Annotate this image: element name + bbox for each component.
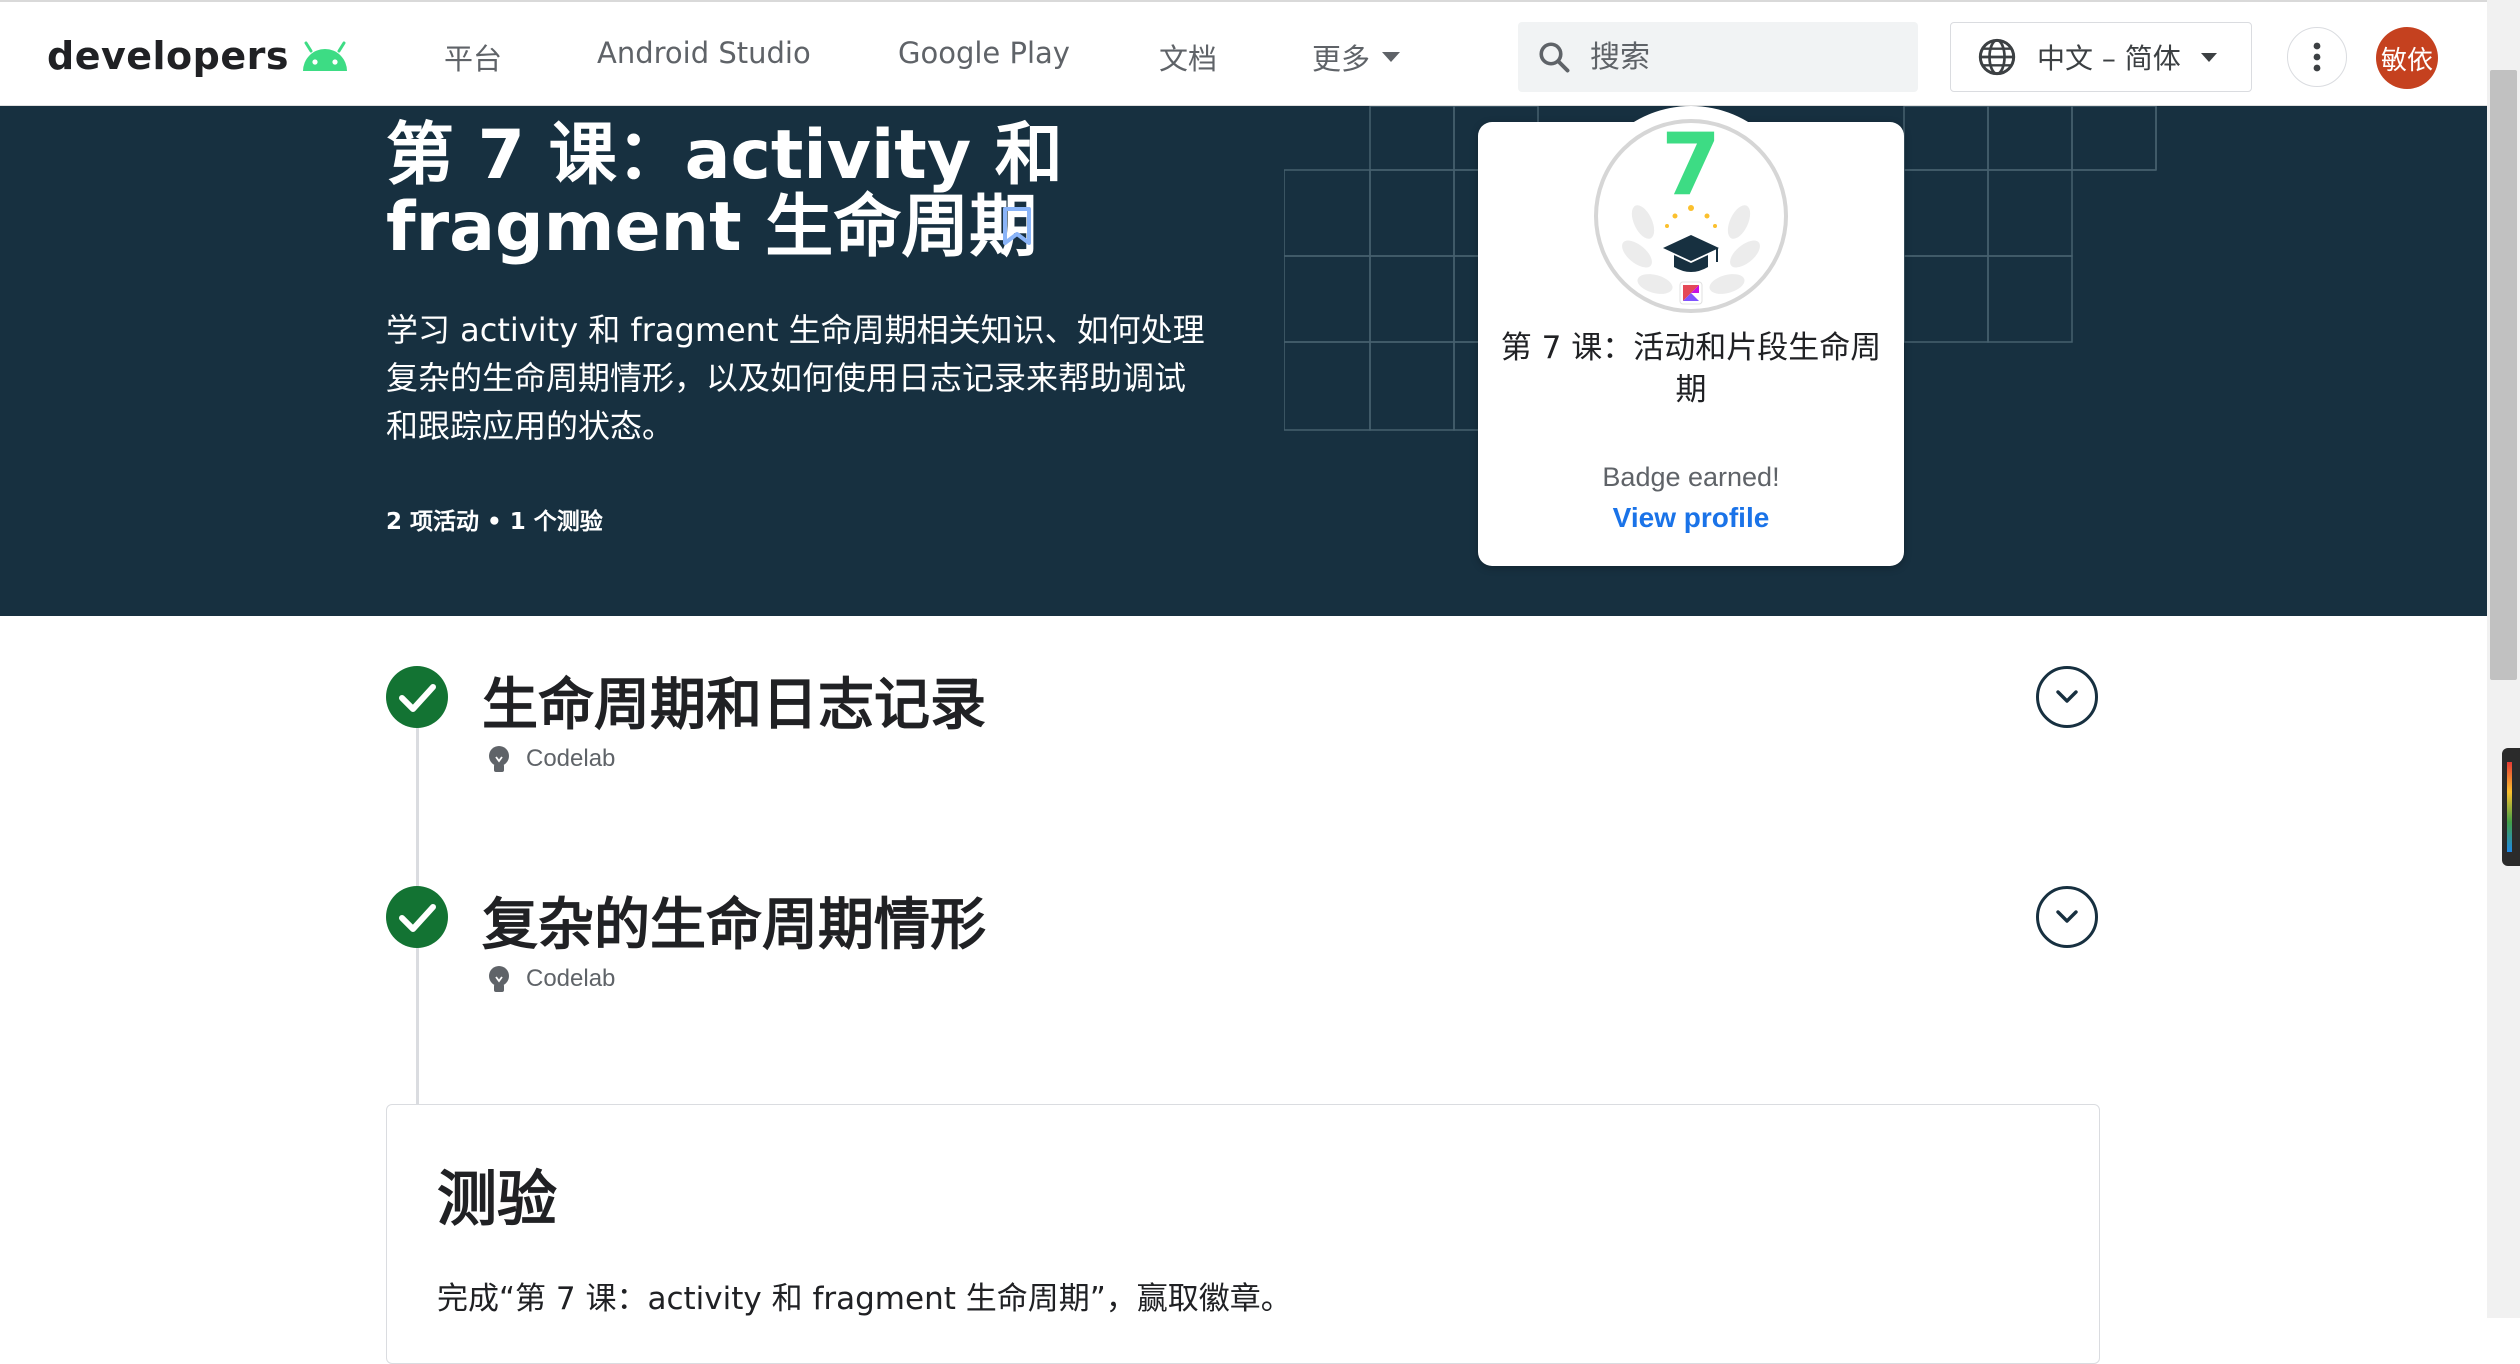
- language-label: 中文 – 简体: [2037, 42, 2181, 75]
- lesson-item-title[interactable]: 生命周期和日志记录: [482, 660, 986, 741]
- check-circle-icon: [386, 666, 448, 728]
- search-input[interactable]: [1588, 38, 1892, 76]
- chevron-down-icon: [2056, 910, 2078, 923]
- search-icon: [1539, 42, 1570, 73]
- scrollbar-thumb[interactable]: [2490, 70, 2517, 680]
- quiz-description: 完成“第 7 课：activity 和 fragment 生命周期”，赢取徽章。: [437, 1281, 1292, 1317]
- lesson-item-type: Codelab: [486, 964, 615, 994]
- nav-google-play[interactable]: Google Play: [898, 36, 1070, 70]
- lesson-item-type-label: Codelab: [526, 965, 616, 992]
- badge-earned-text: Badge earned!: [1602, 462, 1780, 492]
- lesson-badge-icon: 7: [1581, 106, 1801, 326]
- nav-more-dropdown[interactable]: 更多: [1312, 36, 1401, 78]
- quiz-title: 测验: [437, 1165, 557, 1235]
- user-avatar[interactable]: 敏依: [2376, 27, 2438, 89]
- more-options-button[interactable]: [2287, 27, 2347, 87]
- nav-android-studio[interactable]: Android Studio: [597, 36, 811, 70]
- globe-icon: [1978, 38, 2016, 76]
- logo-text: developers: [47, 34, 289, 78]
- nav-more-label: 更多: [1312, 42, 1371, 76]
- expand-button[interactable]: [2036, 886, 2098, 948]
- lesson-description: 学习 activity 和 fragment 生命周期相关知识、如何处理复杂的生…: [386, 311, 1205, 445]
- search-box[interactable]: [1518, 22, 1918, 92]
- bookmark-icon[interactable]: [1000, 206, 1034, 246]
- lesson-hero: 第 7 课：activity 和 fragment 生命周期 学习 activi…: [0, 106, 2487, 616]
- badge-title: 第 7 课：活动和片段生命周期: [1500, 330, 1882, 408]
- badge-card: 7 第 7 课：活动和片段生命周期 Badge earned! View pro…: [1478, 106, 1904, 566]
- lesson-item[interactable]: 生命周期和日志记录 Codelab: [386, 666, 2100, 786]
- caret-down-icon: [1382, 52, 1401, 62]
- top-navigation-bar: developers 平台 Android Studio Google Play…: [0, 0, 2487, 106]
- caret-down-icon: [2200, 52, 2217, 62]
- badge-number: 7: [1661, 115, 1721, 215]
- expand-button[interactable]: [2036, 666, 2098, 728]
- lesson-item-title[interactable]: 复杂的生命周期情形: [482, 880, 986, 961]
- nav-platform[interactable]: 平台: [444, 36, 502, 78]
- language-selector[interactable]: 中文 – 简体: [1950, 22, 2252, 92]
- lesson-meta: 2 项活动 • 1 个测验: [386, 509, 603, 535]
- view-profile-link[interactable]: View profile: [1478, 502, 1904, 534]
- quiz-card: 测验 完成“第 7 课：activity 和 fragment 生命周期”，赢取…: [386, 1104, 2100, 1364]
- developers-logo[interactable]: developers: [47, 28, 351, 84]
- check-circle-icon: [386, 886, 448, 948]
- android-head-icon: [302, 41, 347, 71]
- chevron-down-icon: [2056, 690, 2078, 703]
- nav-docs[interactable]: 文档: [1159, 36, 1217, 78]
- lesson-title-line1: 第 7 课：activity 和: [386, 116, 1063, 195]
- lesson-item-type: Codelab: [486, 744, 615, 774]
- lightbulb-icon: [489, 746, 509, 772]
- lesson-item[interactable]: 复杂的生命周期情形 Codelab: [386, 886, 2100, 1006]
- more-vert-icon: [2313, 42, 2321, 72]
- lesson-item-type-label: Codelab: [526, 745, 616, 772]
- lesson-title-line2: fragment 生命周期: [386, 188, 1038, 267]
- lightbulb-icon: [489, 966, 509, 992]
- side-widget-indicator: [2507, 762, 2512, 852]
